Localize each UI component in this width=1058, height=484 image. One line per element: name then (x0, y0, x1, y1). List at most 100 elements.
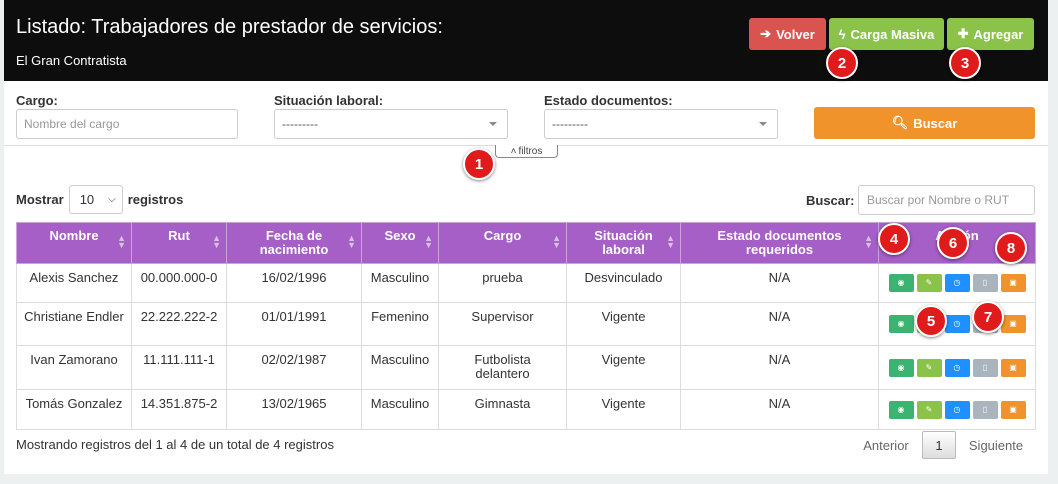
cargo-input[interactable]: Nombre del cargo (16, 109, 238, 139)
filtros-label: filtros (518, 145, 543, 157)
filtros-toggle[interactable]: ˄ filtros (495, 145, 558, 158)
step-badge-8: 8 (995, 232, 1027, 264)
cell-actions: ◉ ✎ ◷ ▯ ▣ (878, 389, 1036, 430)
estado-select[interactable]: --------- (544, 109, 778, 139)
cargo-label: Cargo: (16, 93, 58, 108)
buscar-button[interactable]: 🔍︎ Buscar (814, 107, 1035, 139)
cell-fecha: 13/02/1965 (226, 389, 362, 430)
credential-button[interactable]: ▣ (1000, 315, 1026, 333)
pagination-prev[interactable]: Anterior (854, 438, 918, 453)
pagination: Anterior 1 Siguiente (854, 431, 1032, 459)
col-header-cargo[interactable]: Cargo ▲ ▼ (438, 222, 567, 264)
cell-situacion: Vigente (566, 345, 681, 390)
history-button[interactable]: ◷ (944, 400, 970, 419)
sort-icon: ▲ ▼ (212, 233, 221, 250)
sort-icon: ▲ ▼ (552, 233, 561, 250)
pagination-next[interactable]: Siguiente (960, 438, 1032, 453)
col-header-sexo[interactable]: Sexo ▲ ▼ (361, 222, 439, 264)
col-header-fecha[interactable]: Fecha de nacimiento ▲ ▼ (226, 222, 362, 264)
situacion-select[interactable]: --------- (274, 109, 508, 139)
cell-cargo: Gimnasta (438, 389, 567, 430)
cell-fecha: 02/02/1987 (226, 345, 362, 390)
col-header-situacion[interactable]: Situación laboral ▲ ▼ (566, 222, 681, 264)
carga-masiva-button[interactable]: ϟ Carga Masiva (829, 18, 944, 50)
pencil-icon: ✎ (925, 362, 933, 372)
table-row: Christiane Endler 22.222.222-2 01/01/199… (16, 302, 1036, 346)
history-button[interactable]: ◷ (944, 315, 970, 333)
volver-button[interactable]: ➔ Volver (749, 18, 826, 50)
view-button[interactable]: ◉ (888, 400, 914, 419)
registros-label: registros (127, 192, 184, 207)
search-label: Buscar: (806, 193, 855, 208)
cell-cargo: prueba (438, 263, 567, 303)
documents-button[interactable]: ▯ (972, 274, 998, 292)
view-button[interactable]: ◉ (888, 358, 914, 377)
step-badge-3: 3 (949, 47, 981, 79)
length-control: Mostrar 10 ⌵ registros (16, 185, 183, 214)
table-row: Alexis Sanchez 00.000.000-0 16/02/1996 M… (16, 263, 1036, 303)
edit-button[interactable]: ✎ (916, 400, 942, 419)
cell-nombre: Christiane Endler (16, 302, 132, 346)
page-header: Listado: Trabajadores de prestador de se… (4, 0, 1048, 81)
step-badge-2: 2 (826, 47, 858, 79)
id-card-icon: ▣ (1009, 319, 1017, 328)
page-title: Listado: Trabajadores de prestador de se… (16, 16, 443, 38)
view-button[interactable]: ◉ (888, 315, 914, 333)
cell-actions: ◉ ✎ ◷ ▯ ▣ (878, 345, 1036, 390)
document-icon: ▯ (982, 404, 988, 414)
eye-icon: ◉ (897, 404, 905, 414)
estado-label: Estado documentos: (544, 93, 673, 108)
cell-fecha: 16/02/1996 (226, 263, 362, 303)
col-header-estado[interactable]: Estado documentos requeridos ▲ ▼ (680, 222, 879, 264)
step-badge-6: 6 (937, 227, 969, 259)
cell-rut: 00.000.000-0 (131, 263, 227, 303)
estado-value: --------- (552, 117, 588, 131)
pagination-page-1[interactable]: 1 (922, 431, 956, 459)
clock-icon: ◷ (953, 362, 961, 372)
view-button[interactable]: ◉ (888, 274, 914, 292)
agregar-button[interactable]: ✚ Agregar (947, 18, 1034, 50)
step-badge-1: 1 (463, 148, 495, 180)
col-header-rut[interactable]: Rut ▲ ▼ (131, 222, 227, 264)
length-select[interactable]: 10 ⌵ (68, 185, 123, 214)
history-button[interactable]: ◷ (944, 358, 970, 377)
buscar-label: Buscar (913, 115, 958, 131)
cell-situacion: Desvinculado (566, 263, 681, 303)
id-card-icon: ▣ (1009, 404, 1017, 414)
table-row: Ivan Zamorano 11.111.111-1 02/02/1987 Ma… (16, 345, 1036, 390)
chevron-down-icon: ⌵ (108, 194, 116, 205)
sort-icon: ▲ ▼ (117, 233, 126, 250)
carga-masiva-label: Carga Masiva (850, 26, 935, 42)
cell-rut: 14.351.875-2 (131, 389, 227, 430)
edit-button[interactable]: ✎ (916, 274, 942, 292)
col-header-nombre[interactable]: Nombre ▲ ▼ (16, 222, 132, 264)
edit-button[interactable]: ✎ (916, 358, 942, 377)
situacion-label: Situación laboral: (274, 93, 384, 108)
caret-down-icon (759, 122, 767, 126)
search-input[interactable]: Buscar por Nombre o RUT (858, 185, 1035, 215)
plus-icon: ✚ (957, 26, 969, 41)
agregar-label: Agregar (973, 26, 1024, 42)
credential-button[interactable]: ▣ (1000, 400, 1026, 419)
id-card-icon: ▣ (1009, 278, 1017, 287)
cell-rut: 22.222.222-2 (131, 302, 227, 346)
cell-sexo: Masculino (361, 389, 439, 430)
id-card-icon: ▣ (1009, 362, 1017, 372)
search-icon: 🔍︎ (891, 115, 909, 130)
documents-button[interactable]: ▯ (972, 400, 998, 419)
table-info: Mostrando registros del 1 al 4 de un tot… (16, 437, 334, 452)
situacion-value: --------- (282, 117, 318, 131)
credential-button[interactable]: ▣ (1000, 358, 1026, 377)
pencil-icon: ✎ (925, 404, 933, 414)
cell-actions: ◉ ✎ ◷ ▯ ▣ (878, 263, 1036, 303)
cell-sexo: Masculino (361, 345, 439, 390)
clock-icon: ◷ (953, 404, 961, 414)
credential-button[interactable]: ▣ (1000, 274, 1026, 292)
page-subtitle: El Gran Contratista (16, 53, 127, 68)
chevron-up-icon: ˄ (510, 145, 517, 157)
history-button[interactable]: ◷ (944, 274, 970, 292)
cell-nombre: Ivan Zamorano (16, 345, 132, 390)
documents-button[interactable]: ▯ (972, 358, 998, 377)
cell-situacion: Vigente (566, 389, 681, 430)
length-value: 10 (79, 192, 95, 207)
